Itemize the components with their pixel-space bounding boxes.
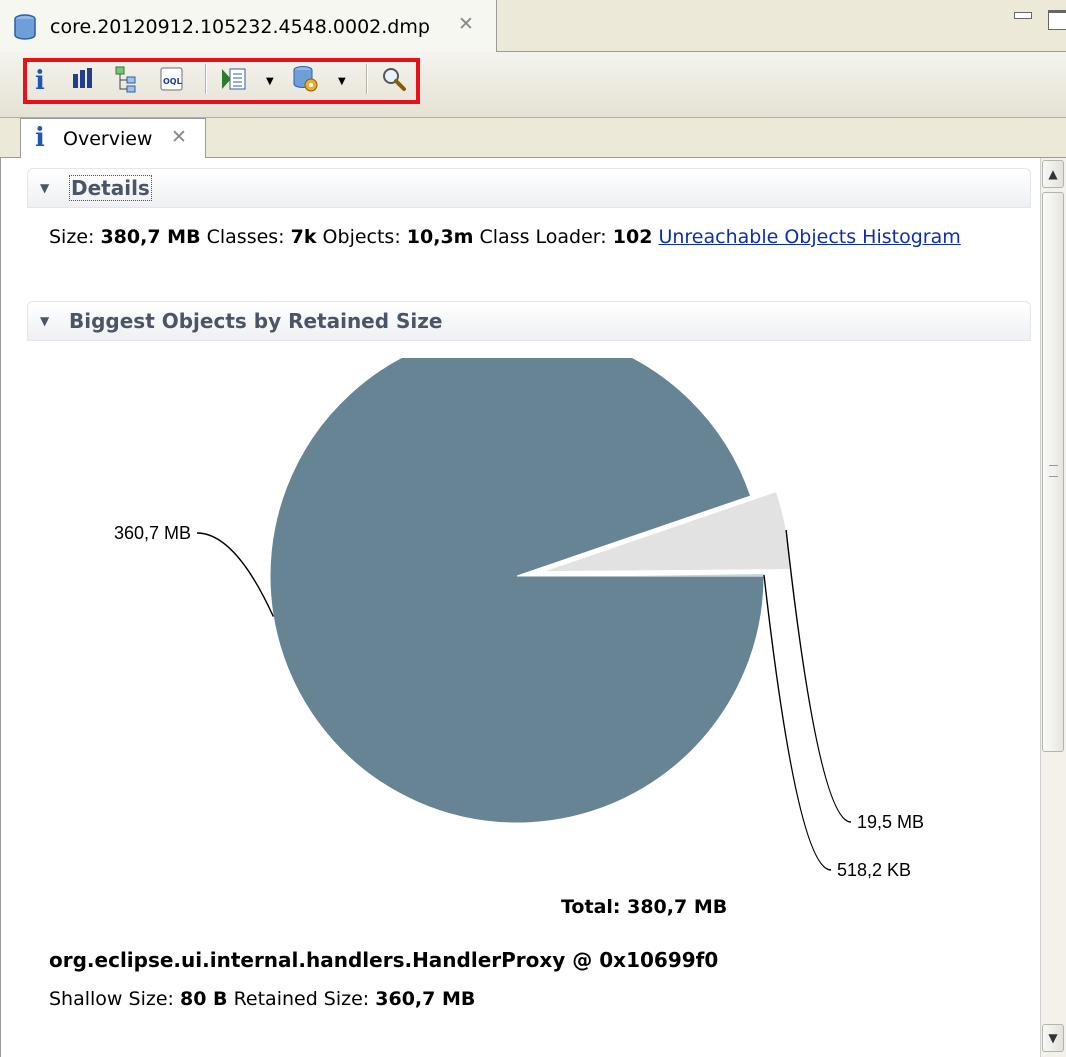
scroll-down-icon[interactable]: ▼ <box>1042 1024 1064 1052</box>
editor-tab-heap-dump[interactable]: core.20120912.105232.4548.0002.dmp ✕ <box>0 0 497 52</box>
retained-size-pie-chart[interactable]: 360,7 MB 19,5 MB 518,2 KB <box>1 358 1041 888</box>
editor-toolbar: i OQL ▼ ▼ <box>0 52 1066 118</box>
details-summary: Size: 380,7 MB Classes: 7k Objects: 10,3… <box>49 226 961 248</box>
grip-icon <box>1049 465 1058 477</box>
pie-leader-line <box>785 529 852 823</box>
pie-leader-line <box>196 532 274 617</box>
selected-object-name: org.eclipse.ui.internal.handlers.Handler… <box>49 948 719 972</box>
pie-slice-label: 19,5 MB <box>857 812 924 832</box>
pie-slice[interactable] <box>269 358 765 824</box>
close-icon[interactable]: ✕ <box>171 126 187 148</box>
view-tab-bar: i Overview ✕ <box>0 118 1066 158</box>
editor-tab-bar: core.20120912.105232.4548.0002.dmp ✕ <box>0 0 1066 52</box>
chevron-down-icon[interactable]: ▼ <box>40 314 49 328</box>
biggest-objects-section-title: Biggest Objects by Retained Size <box>69 309 443 333</box>
pie-total-label: Total: 380,7 MB <box>561 896 728 918</box>
maximize-icon[interactable] <box>1048 10 1066 30</box>
chevron-down-icon[interactable]: ▼ <box>40 181 49 195</box>
scrollbar-thumb[interactable] <box>1042 192 1064 752</box>
unreachable-objects-histogram-link[interactable]: Unreachable Objects Histogram <box>658 226 960 248</box>
overview-content: ▼ Details Size: 380,7 MB Classes: 7k Obj… <box>0 158 1040 1057</box>
scroll-up-icon[interactable]: ▲ <box>1042 160 1064 188</box>
details-section-header[interactable]: ▼ Details <box>27 168 1031 208</box>
editor-tab-title: core.20120912.105232.4548.0002.dmp <box>50 16 430 38</box>
selected-object-sizes: Shallow Size: 80 B Retained Size: 360,7 … <box>49 988 476 1010</box>
heap-dump-icon <box>12 13 38 45</box>
minimize-icon[interactable] <box>1014 12 1032 19</box>
close-icon[interactable]: ✕ <box>458 13 474 35</box>
pie-slice-label: 518,2 KB <box>837 860 911 880</box>
info-icon: i <box>35 123 45 153</box>
toolbar-highlight-box <box>23 58 420 104</box>
pie-slice[interactable] <box>516 573 765 577</box>
tab-overview[interactable]: i Overview ✕ <box>20 118 206 158</box>
details-section-title[interactable]: Details <box>69 175 152 201</box>
vertical-scrollbar[interactable]: ▲ ▼ <box>1040 158 1066 1057</box>
tab-overview-label: Overview <box>63 128 153 150</box>
pie-slice-label: 360,7 MB <box>114 523 191 543</box>
biggest-objects-section-header[interactable]: ▼ Biggest Objects by Retained Size <box>27 301 1031 341</box>
